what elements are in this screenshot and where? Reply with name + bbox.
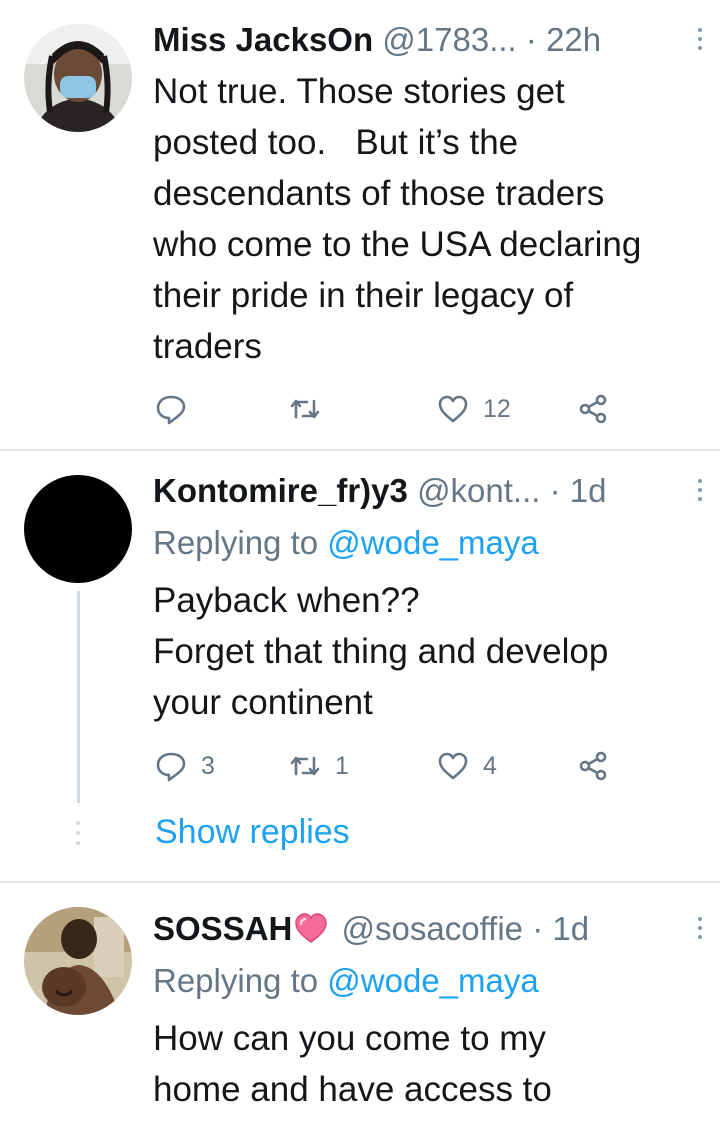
like-count: 12 xyxy=(483,394,511,423)
tweet-text: Not true. Those stories get posted too. … xyxy=(153,66,713,372)
text-line: Not true. Those stories get xyxy=(153,72,565,111)
tweet-3[interactable]: SOSSAH @sosacoffie · 1d Replying to @wod… xyxy=(0,883,720,1138)
mention-link[interactable]: @wode_maya xyxy=(327,962,538,999)
user-handle[interactable]: @sosacoffie xyxy=(342,910,523,947)
like-icon xyxy=(438,752,468,780)
show-replies-link[interactable]: Show replies xyxy=(155,813,350,852)
avatar[interactable] xyxy=(24,907,132,1015)
separator: · xyxy=(525,21,537,58)
tweet-header: SOSSAH @sosacoffie · 1d xyxy=(153,909,706,949)
replying-prefix: Replying to xyxy=(153,524,319,561)
text-line: home and have access to xyxy=(153,1070,552,1109)
replying-to: Replying to @wode_maya xyxy=(153,523,539,563)
user-handle[interactable]: @kont... xyxy=(417,472,540,509)
timestamp[interactable]: 22h xyxy=(546,21,601,58)
thread-line xyxy=(77,591,80,803)
like-icon xyxy=(438,395,468,423)
more-icon[interactable] xyxy=(694,479,706,505)
display-name[interactable]: SOSSAH xyxy=(153,910,292,947)
tweet-header: Miss JacksOn @1783... · 22h xyxy=(153,20,706,60)
tweet-header: Kontomire_fr)y3 @kont... · 1d xyxy=(153,471,706,511)
reply-count: 3 xyxy=(201,751,215,780)
like-button[interactable]: 12 xyxy=(437,391,511,427)
retweet-icon xyxy=(290,756,320,776)
share-icon xyxy=(579,751,607,781)
replying-to: Replying to @wode_maya xyxy=(153,961,539,1001)
text-line: who come to the USA declaring xyxy=(153,225,642,264)
retweet-icon xyxy=(290,399,320,419)
user-handle[interactable]: @1783... xyxy=(382,21,516,58)
retweet-button[interactable] xyxy=(289,391,335,427)
timestamp[interactable]: 1d xyxy=(570,472,607,509)
more-icon[interactable] xyxy=(694,28,706,54)
text-line: descendants of those traders xyxy=(153,174,605,213)
like-count: 4 xyxy=(483,751,497,780)
retweet-button[interactable]: 1 xyxy=(289,748,349,784)
replying-prefix: Replying to xyxy=(153,962,319,999)
text-line: How can you come to my xyxy=(153,1019,546,1058)
timestamp[interactable]: 1d xyxy=(552,910,589,947)
retweet-count: 1 xyxy=(335,751,349,780)
separator: · xyxy=(549,472,561,509)
mention-link[interactable]: @wode_maya xyxy=(327,524,538,561)
reply-icon xyxy=(156,752,186,782)
more-icon[interactable] xyxy=(694,917,706,943)
action-bar: 12 xyxy=(153,391,633,427)
separator: · xyxy=(532,910,544,947)
action-bar: 3 1 4 xyxy=(153,748,633,784)
share-button[interactable] xyxy=(577,391,609,427)
tweet-text: How can you come to my home and have acc… xyxy=(153,1013,713,1115)
text-line: posted too. But it’s the xyxy=(153,123,519,162)
reply-icon xyxy=(156,395,186,425)
thread-dots xyxy=(75,821,81,851)
display-name[interactable]: Kontomire_fr)y3 xyxy=(153,472,408,509)
text-line: Forget that thing and develop xyxy=(153,632,609,671)
tweet-1[interactable]: Miss JacksOn @1783... · 22h Not true. Th… xyxy=(0,0,720,449)
tweet-text: Payback when?? Forget that thing and dev… xyxy=(153,575,713,728)
avatar[interactable] xyxy=(24,24,132,132)
like-button[interactable]: 4 xyxy=(437,748,497,784)
text-line: your continent xyxy=(153,683,373,722)
display-name[interactable]: Miss JacksOn xyxy=(153,21,373,58)
share-icon xyxy=(579,394,607,424)
text-line: traders xyxy=(153,327,262,366)
avatar[interactable] xyxy=(24,475,132,583)
text-line: their pride in their legacy of xyxy=(153,276,574,315)
reply-button[interactable] xyxy=(155,391,201,427)
heart-emoji-icon xyxy=(295,913,328,943)
tweet-2[interactable]: Kontomire_fr)y3 @kont... · 1d Replying t… xyxy=(0,451,720,881)
reply-button[interactable]: 3 xyxy=(155,748,215,784)
text-line: Payback when?? xyxy=(153,581,420,620)
share-button[interactable] xyxy=(577,748,609,784)
